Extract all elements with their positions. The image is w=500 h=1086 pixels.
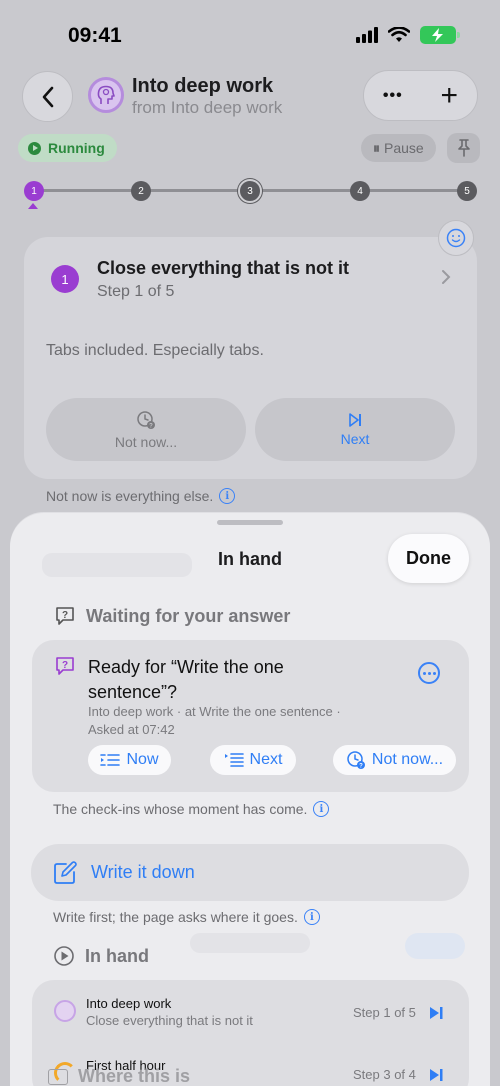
step-subtitle: Step 1 of 5 [97, 283, 175, 300]
waiting-section-title: Waiting for your answer [86, 605, 291, 626]
behind-content [190, 933, 310, 953]
answer-not-now-button[interactable]: ? Not now... [333, 745, 456, 775]
wifi-icon [388, 27, 410, 43]
answer-next-label: Next [249, 751, 283, 768]
more-button[interactable]: ••• [383, 87, 403, 105]
step-dot-1[interactable]: 1 [24, 181, 44, 201]
write-note: Write first; the page asks where it goes… [53, 909, 320, 925]
pin-icon [457, 139, 471, 157]
step-number-badge: 1 [51, 265, 79, 293]
not-now-note-text: Not now is everything else. [46, 488, 214, 504]
status-time: 09:41 [68, 24, 122, 47]
svg-text:?: ? [62, 660, 68, 671]
chevron-left-icon [41, 86, 55, 108]
check-in-meta: Into deep work · at Write the one senten… [88, 703, 341, 739]
next-button[interactable]: Next [255, 398, 455, 461]
flow-title: Into deep work [132, 75, 274, 97]
info-icon[interactable]: i [219, 488, 236, 504]
svg-text:?: ? [359, 764, 363, 770]
chevron-right-icon[interactable] [441, 268, 451, 291]
check-in-more-button[interactable] [418, 662, 440, 684]
pin-button[interactable] [447, 133, 480, 163]
play-circle-icon [28, 141, 41, 155]
battery-charging-icon [420, 26, 460, 44]
behind-section-header: Where this is [48, 1066, 190, 1086]
in-hand-section-title: In hand [85, 945, 149, 966]
info-icon[interactable]: i [313, 801, 330, 817]
svg-text:?: ? [149, 423, 153, 429]
pause-label: Pause [384, 140, 424, 156]
check-in-note: The check-ins whose moment has come. i [53, 801, 330, 817]
behind-section-title: Where this is [78, 1066, 191, 1086]
list-item-step: Step 1 of 5 [353, 1005, 416, 1020]
list-next-icon [224, 753, 244, 767]
not-now-note: Not now is everything else. i [46, 488, 236, 504]
clock-question-icon: ? [346, 750, 366, 770]
svg-text:?: ? [62, 610, 68, 621]
check-in-asked-at: Asked at 07:42 [88, 722, 175, 737]
sheet-grabber[interactable] [217, 520, 283, 525]
mood-button[interactable] [438, 220, 474, 256]
list-now-icon [100, 753, 121, 767]
answer-next-button[interactable]: Next [210, 745, 296, 775]
back-button[interactable] [22, 71, 73, 122]
in-hand-section-header: In hand [53, 945, 149, 967]
flow-avatar [88, 77, 124, 113]
check-in-source: Into deep work · at Write the one senten… [88, 704, 341, 719]
list-item-title: Into deep work [86, 996, 172, 1011]
add-button[interactable]: + [441, 80, 459, 111]
write-note-text: Write first; the page asks where it goes… [53, 909, 298, 925]
step-dot-5[interactable]: 5 [457, 181, 477, 201]
behind-content [405, 933, 465, 959]
forward-end-icon[interactable] [428, 1006, 444, 1020]
step-dot-2[interactable]: 2 [131, 181, 151, 201]
pause-button[interactable]: ⏸︎ Pause [361, 134, 436, 162]
waiting-section-header: ? Waiting for your answer [54, 605, 290, 627]
list-item-subtitle: Close everything that is not it [86, 1013, 253, 1028]
next-label: Next [340, 430, 370, 447]
write-it-down-label: Write it down [91, 862, 195, 882]
list-item-step: Step 3 of 4 [353, 1067, 416, 1082]
status-icons [356, 26, 460, 44]
info-icon[interactable]: i [303, 909, 320, 925]
check-in-question: Ready for “Write the one sentence”? [88, 657, 284, 702]
head-profile-icon [54, 1000, 76, 1022]
running-status-badge: Running [18, 134, 117, 162]
step-dot-4[interactable]: 4 [350, 181, 370, 201]
in-hand-sheet: In hand Done ? Waiting for your answer ?… [10, 513, 490, 1086]
flow-subtitle: from Into deep work [132, 98, 283, 117]
running-label: Running [48, 140, 105, 156]
header-actions: ••• + [363, 70, 478, 121]
question-bubble-icon: ? [54, 605, 76, 627]
compose-icon [53, 860, 77, 885]
answer-now-button[interactable]: Now [88, 745, 171, 775]
done-button[interactable]: Done [388, 534, 469, 583]
smiley-icon [446, 228, 466, 248]
check-in-note-text: The check-ins whose moment has come. [53, 801, 308, 817]
forward-end-icon [347, 412, 363, 427]
head-profile-icon [97, 85, 115, 105]
write-it-down-button[interactable]: Write it down [31, 844, 469, 901]
question-bubble-icon: ? [54, 655, 76, 677]
not-now-button[interactable]: ? Not now... [46, 398, 246, 461]
cellular-signal-icon [356, 27, 378, 43]
step-description: Tabs included. Especially tabs. [46, 342, 264, 359]
answer-not-now-label: Not now... [371, 751, 444, 768]
forward-end-icon[interactable] [428, 1068, 444, 1082]
clock-question-icon: ? [136, 410, 156, 430]
current-step-caret [28, 203, 38, 209]
pause-icon: ⏸︎ [373, 139, 380, 156]
step-title[interactable]: Close everything that is not it [97, 258, 349, 279]
step-dot-3[interactable]: 3 [238, 179, 262, 203]
play-circle-icon [53, 945, 75, 967]
list-item[interactable]: Into deep work Close everything that is … [32, 980, 469, 1042]
not-now-label: Not now... [114, 433, 178, 450]
answer-now-label: Now [126, 751, 159, 768]
list-icon [48, 1068, 68, 1085]
